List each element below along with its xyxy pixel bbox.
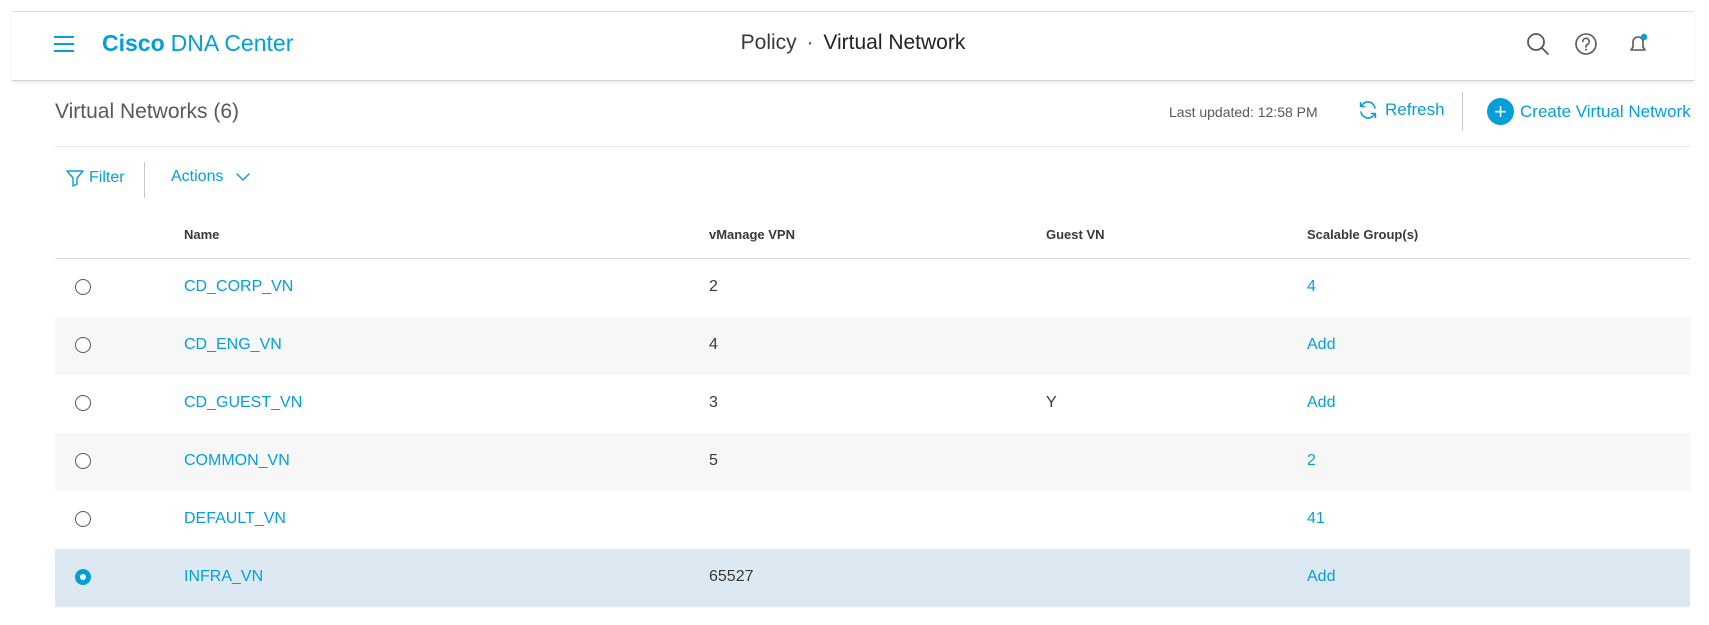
scalable-groups-link[interactable]: 2 xyxy=(1307,452,1316,470)
create-virtual-network-button[interactable]: + Create Virtual Network xyxy=(1487,98,1691,125)
top-navigation-bar: Cisco DNA Center Policy · Virtual Network xyxy=(12,11,1694,81)
scalable-groups-link[interactable]: Add xyxy=(1307,568,1335,586)
chevron-down-icon xyxy=(236,173,251,181)
table-row-selected[interactable]: INFRA_VN 65527 Add xyxy=(55,549,1690,607)
scalable-groups-link[interactable]: Add xyxy=(1307,394,1335,412)
section-title: Virtual Networks (6) xyxy=(55,100,239,123)
help-icon[interactable] xyxy=(1573,31,1599,57)
search-icon[interactable] xyxy=(1525,31,1551,57)
plus-icon: + xyxy=(1487,98,1514,125)
refresh-button[interactable]: Refresh xyxy=(1357,99,1445,121)
table-row[interactable]: DEFAULT_VN 41 xyxy=(55,491,1690,549)
table-row[interactable]: CD_CORP_VN 2 4 xyxy=(55,259,1690,317)
last-updated-text: Last updated: 12:58 PM xyxy=(1169,104,1318,120)
scalable-groups-link[interactable]: 4 xyxy=(1307,278,1316,296)
column-header-guest-vn[interactable]: Guest VN xyxy=(1046,227,1105,242)
table-row[interactable]: COMMON_VN 5 2 xyxy=(55,433,1690,491)
column-header-vmanage-vpn[interactable]: vManage VPN xyxy=(709,227,795,242)
virtual-networks-header: Virtual Networks (6) Last updated: 12:58… xyxy=(55,86,1691,147)
scalable-groups-link[interactable]: 41 xyxy=(1307,510,1325,528)
row-select-radio[interactable] xyxy=(75,569,91,585)
refresh-icon xyxy=(1359,101,1377,119)
page-title: Policy · Virtual Network xyxy=(12,31,1694,55)
create-label: Create Virtual Network xyxy=(1520,101,1691,121)
filter-label: Filter xyxy=(89,169,125,186)
table-toolbar: Filter Actions xyxy=(55,160,655,200)
refresh-label: Refresh xyxy=(1385,100,1445,119)
row-select-radio[interactable] xyxy=(75,395,91,411)
breadcrumb-separator: · xyxy=(806,31,814,54)
actions-dropdown[interactable]: Actions xyxy=(171,168,251,186)
guest-vn-value: Y xyxy=(1046,394,1057,411)
column-header-scalable-groups[interactable]: Scalable Group(s) xyxy=(1307,227,1418,242)
breadcrumb-current: Virtual Network xyxy=(823,31,966,54)
notifications-icon[interactable] xyxy=(1625,31,1651,57)
vmanage-vpn-value: 3 xyxy=(709,394,718,411)
vmanage-vpn-value: 65527 xyxy=(709,568,754,585)
vn-name-link[interactable]: COMMON_VN xyxy=(184,452,290,470)
table-row[interactable]: CD_ENG_VN 4 Add xyxy=(55,317,1690,375)
row-select-radio[interactable] xyxy=(75,337,91,353)
virtual-networks-table: Name vManage VPN Guest VN Scalable Group… xyxy=(55,213,1690,607)
column-header-name[interactable]: Name xyxy=(184,227,219,242)
header-divider xyxy=(1462,92,1463,130)
toolbar-divider xyxy=(144,162,145,198)
vn-name-link[interactable]: CD_CORP_VN xyxy=(184,278,293,296)
table-row[interactable]: CD_GUEST_VN 3 Y Add xyxy=(55,375,1690,433)
row-select-radio[interactable] xyxy=(75,511,91,527)
vmanage-vpn-value: 4 xyxy=(709,336,718,353)
actions-label: Actions xyxy=(171,168,224,185)
row-select-radio[interactable] xyxy=(75,279,91,295)
vmanage-vpn-value: 5 xyxy=(709,452,718,469)
vn-name-link[interactable]: DEFAULT_VN xyxy=(184,510,286,528)
filter-button[interactable]: Filter xyxy=(65,168,125,188)
vn-name-link[interactable]: CD_GUEST_VN xyxy=(184,394,302,412)
row-select-radio[interactable] xyxy=(75,453,91,469)
breadcrumb-parent: Policy xyxy=(740,31,797,54)
vmanage-vpn-value: 2 xyxy=(709,278,718,295)
scalable-groups-link[interactable]: Add xyxy=(1307,336,1335,354)
vn-name-link[interactable]: CD_ENG_VN xyxy=(184,336,282,354)
table-header: Name vManage VPN Guest VN Scalable Group… xyxy=(55,213,1690,259)
vn-name-link[interactable]: INFRA_VN xyxy=(184,568,263,586)
filter-icon xyxy=(66,170,84,187)
